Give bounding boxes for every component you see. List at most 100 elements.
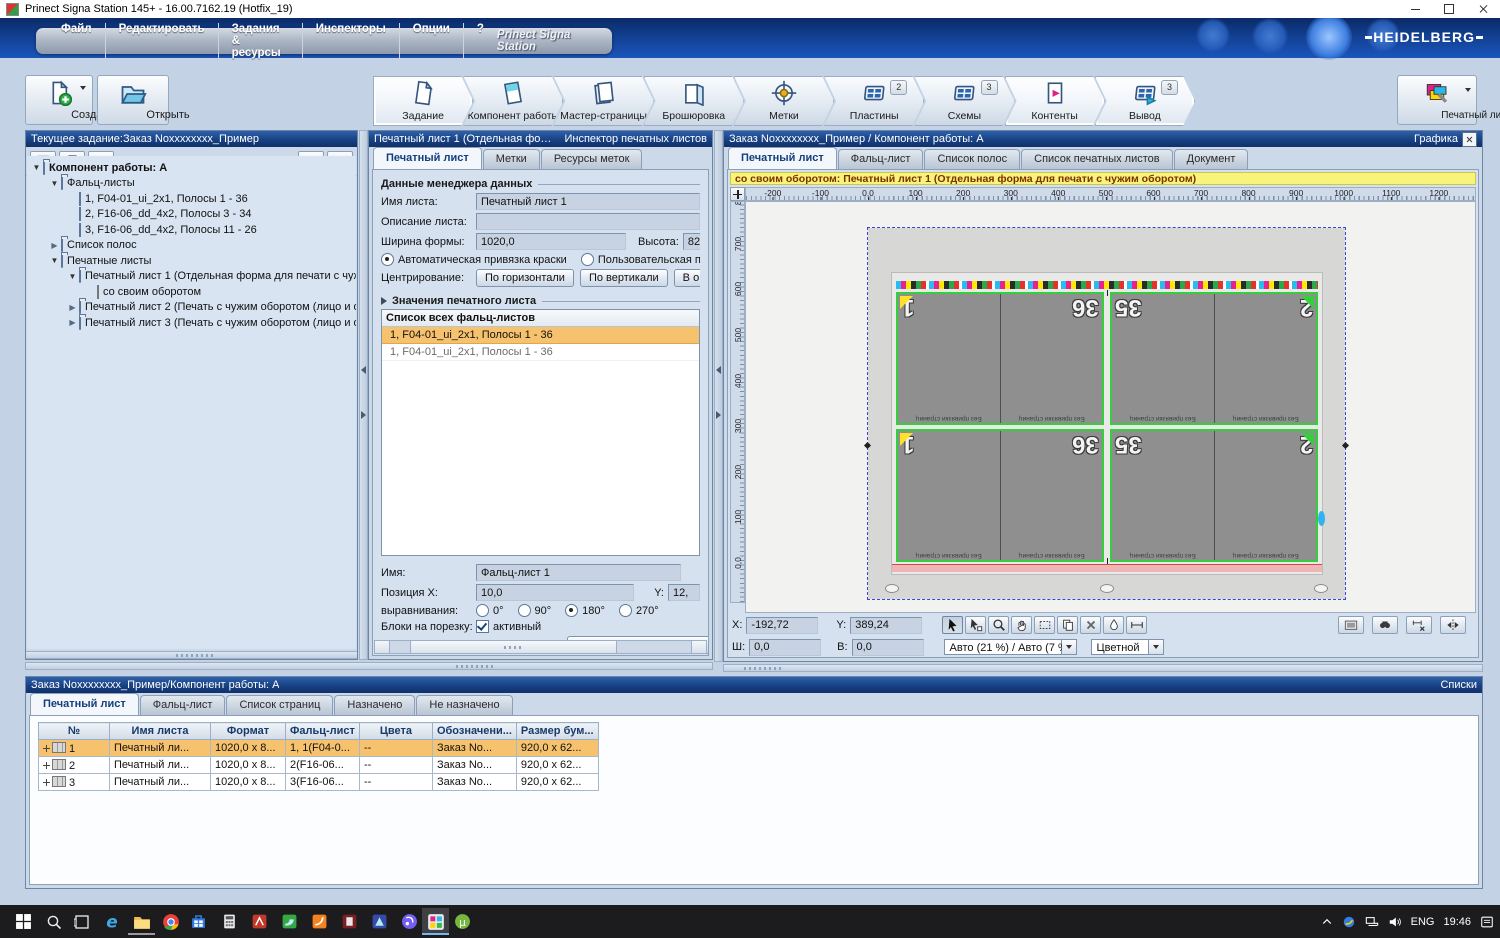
tree-expanded-icon[interactable]: ▼	[49, 256, 60, 265]
lists-tab-2[interactable]: Фальц-лист	[140, 695, 226, 715]
rotation-radio[interactable]	[619, 604, 632, 617]
graphics-tab-4[interactable]: Список печатных листов	[1021, 149, 1173, 169]
job-panel-splitter[interactable]	[26, 651, 357, 659]
position-x-input[interactable]	[476, 584, 634, 601]
horizontal-splitter[interactable]	[25, 662, 713, 670]
tree-collapsed-icon[interactable]: ▶	[49, 241, 60, 250]
workflow-step-6[interactable]: 2Пластины	[824, 76, 924, 126]
store-taskbar-button[interactable]	[185, 908, 212, 935]
tree-item[interactable]: ▼Печатный лист 1 (Отдельная форма для пе…	[29, 269, 354, 285]
menu-item-5[interactable]: Опции	[400, 23, 464, 59]
table-row[interactable]: 2Печатный ли...1020,0 x 8...2(F16-06...-…	[39, 757, 599, 774]
rotation-option-90°[interactable]: 90°	[518, 604, 552, 617]
delete-tool-button[interactable]	[1080, 616, 1101, 634]
lists-tab-5[interactable]: Не назначено	[416, 695, 512, 715]
network-icon[interactable]	[1365, 915, 1379, 929]
close-button[interactable]	[1466, 0, 1500, 18]
copy-tool-button[interactable]	[1057, 616, 1078, 634]
sheet-page[interactable]: 35Без привязки страниц	[1112, 431, 1214, 560]
fold-sheet-group[interactable]: 35Без привязки страниц2Без привязки стра…	[1110, 292, 1318, 425]
foldsheet-list-row[interactable]: 1, F04-01_ui_2x1, Полосы 1 - 36	[382, 344, 699, 361]
maximize-button[interactable]	[1432, 0, 1466, 18]
tree-expanded-icon[interactable]: ▼	[67, 272, 78, 281]
menu-item-2[interactable]: Редактировать	[106, 23, 219, 59]
chrome-taskbar-button[interactable]	[157, 908, 184, 935]
search-taskbar-button[interactable]	[40, 908, 67, 935]
splitter-arrow-left-icon[interactable]	[716, 366, 721, 374]
tree-item[interactable]: ▶Список полос	[29, 238, 354, 254]
measure-tool-button[interactable]	[1126, 616, 1147, 634]
row-expander-icon[interactable]	[43, 762, 50, 769]
horizontal-splitter[interactable]	[723, 664, 1483, 672]
workflow-step-9[interactable]: 3Вывод	[1095, 76, 1195, 126]
prinect-taskbar-button[interactable]	[422, 908, 449, 935]
foldsheet-name-input[interactable]	[476, 564, 681, 581]
tree-item[interactable]: со своим оборотом	[29, 284, 354, 300]
task-view-taskbar-button[interactable]	[68, 908, 95, 935]
row-expander-icon[interactable]	[43, 779, 50, 786]
workflow-step-4[interactable]: Брошюровка	[644, 76, 744, 126]
graphics-tab-3[interactable]: Список полос	[924, 149, 1020, 169]
bluestacks-taskbar-button[interactable]	[276, 908, 303, 935]
fold-sheet-group[interactable]: 1Без привязки страниц36Без привязки стра…	[896, 292, 1104, 425]
workflow-step-1[interactable]: Задание	[373, 76, 473, 126]
binoculars-button[interactable]	[1372, 616, 1398, 634]
tree-item[interactable]: 3, F16-06_dd_4x2, Полосы 11 - 26	[29, 222, 354, 238]
direct-select-tool-button[interactable]	[965, 616, 986, 634]
y-input[interactable]	[850, 617, 922, 634]
workflow-step-3[interactable]: Мастер-страницы	[553, 76, 653, 126]
tray-app-icon[interactable]	[1342, 915, 1356, 929]
tree-collapsed-icon[interactable]: ▶	[67, 318, 78, 327]
active-checkbox[interactable]	[476, 620, 489, 633]
app-orange-taskbar-button[interactable]	[306, 908, 333, 935]
volume-icon[interactable]	[1388, 915, 1402, 929]
menu-item-3[interactable]: Задания & ресурсы	[219, 23, 303, 59]
inspector-tab-1[interactable]: Печатный лист	[373, 147, 482, 169]
graphics-tab-1[interactable]: Печатный лист	[728, 147, 837, 169]
left-splitter[interactable]	[359, 130, 368, 660]
user-ink-binding-radio[interactable]	[581, 253, 594, 266]
viber-taskbar-button[interactable]	[396, 908, 423, 935]
workflow-step-5[interactable]: Метки	[734, 76, 834, 126]
preview-button[interactable]	[1338, 616, 1364, 634]
sheet-page[interactable]: 2Без привязки страниц	[1214, 294, 1317, 423]
drag-handle[interactable]	[1318, 511, 1325, 526]
paper-sheet[interactable]: 1Без привязки страниц36Без привязки стра…	[891, 272, 1323, 575]
right-splitter[interactable]	[714, 130, 723, 662]
tree-item[interactable]: 1, F04-01_ui_2x1, Полосы 1 - 36	[29, 191, 354, 207]
tree-item[interactable]: 2, F16-06_dd_4x2, Полосы 3 - 34	[29, 207, 354, 223]
menu-item-1[interactable]: Файл	[48, 23, 106, 59]
sheet-description-input[interactable]	[476, 213, 700, 230]
table-column-header[interactable]: Формат	[211, 723, 286, 740]
scroll-right-button[interactable]	[691, 641, 706, 653]
minimize-button[interactable]	[1398, 0, 1432, 18]
workflow-step-8[interactable]: Контенты	[1005, 76, 1105, 126]
rotation-option-0°[interactable]: 0°	[476, 604, 504, 617]
create-dropdown-icon[interactable]	[80, 86, 86, 90]
sheet-page[interactable]: 1Без привязки страниц	[898, 431, 1000, 560]
splitter-arrow-left-icon[interactable]	[361, 366, 366, 374]
inspector-hscrollbar[interactable]	[374, 640, 707, 654]
create-button[interactable]: Создать	[25, 75, 93, 125]
measure-x-button[interactable]	[1406, 616, 1432, 634]
height-input[interactable]	[852, 639, 924, 656]
marquee-tool-button[interactable]	[1034, 616, 1055, 634]
select-tool-button[interactable]	[942, 616, 963, 634]
tree-item[interactable]: ▼Фальц-листы	[29, 176, 354, 192]
rotation-option-270°[interactable]: 270°	[619, 604, 659, 617]
explorer-taskbar-button[interactable]	[128, 908, 155, 935]
tree-item[interactable]: ▼Печатные листы	[29, 253, 354, 269]
color-mode-combo[interactable]: Цветной	[1091, 639, 1164, 655]
inspector-tab-3[interactable]: Ресурсы меток	[541, 149, 643, 169]
sheet-tool-dropdown-icon[interactable]	[1465, 88, 1471, 92]
width-input[interactable]	[749, 639, 821, 656]
pan-tool-button[interactable]	[1011, 616, 1032, 634]
tree-item[interactable]: ▼Компонент работы: А	[29, 160, 354, 176]
zoom-tool-button[interactable]	[988, 616, 1009, 634]
splitter-arrow-right-icon[interactable]	[361, 411, 366, 419]
table-column-header[interactable]: Имя листа	[110, 723, 211, 740]
lists-tab-4[interactable]: Назначено	[334, 695, 415, 715]
zoom-dropdown-icon[interactable]	[1062, 639, 1077, 655]
menu-item-6[interactable]: ?	[464, 23, 497, 59]
sheet-page[interactable]: 2Без привязки страниц	[1214, 431, 1317, 560]
